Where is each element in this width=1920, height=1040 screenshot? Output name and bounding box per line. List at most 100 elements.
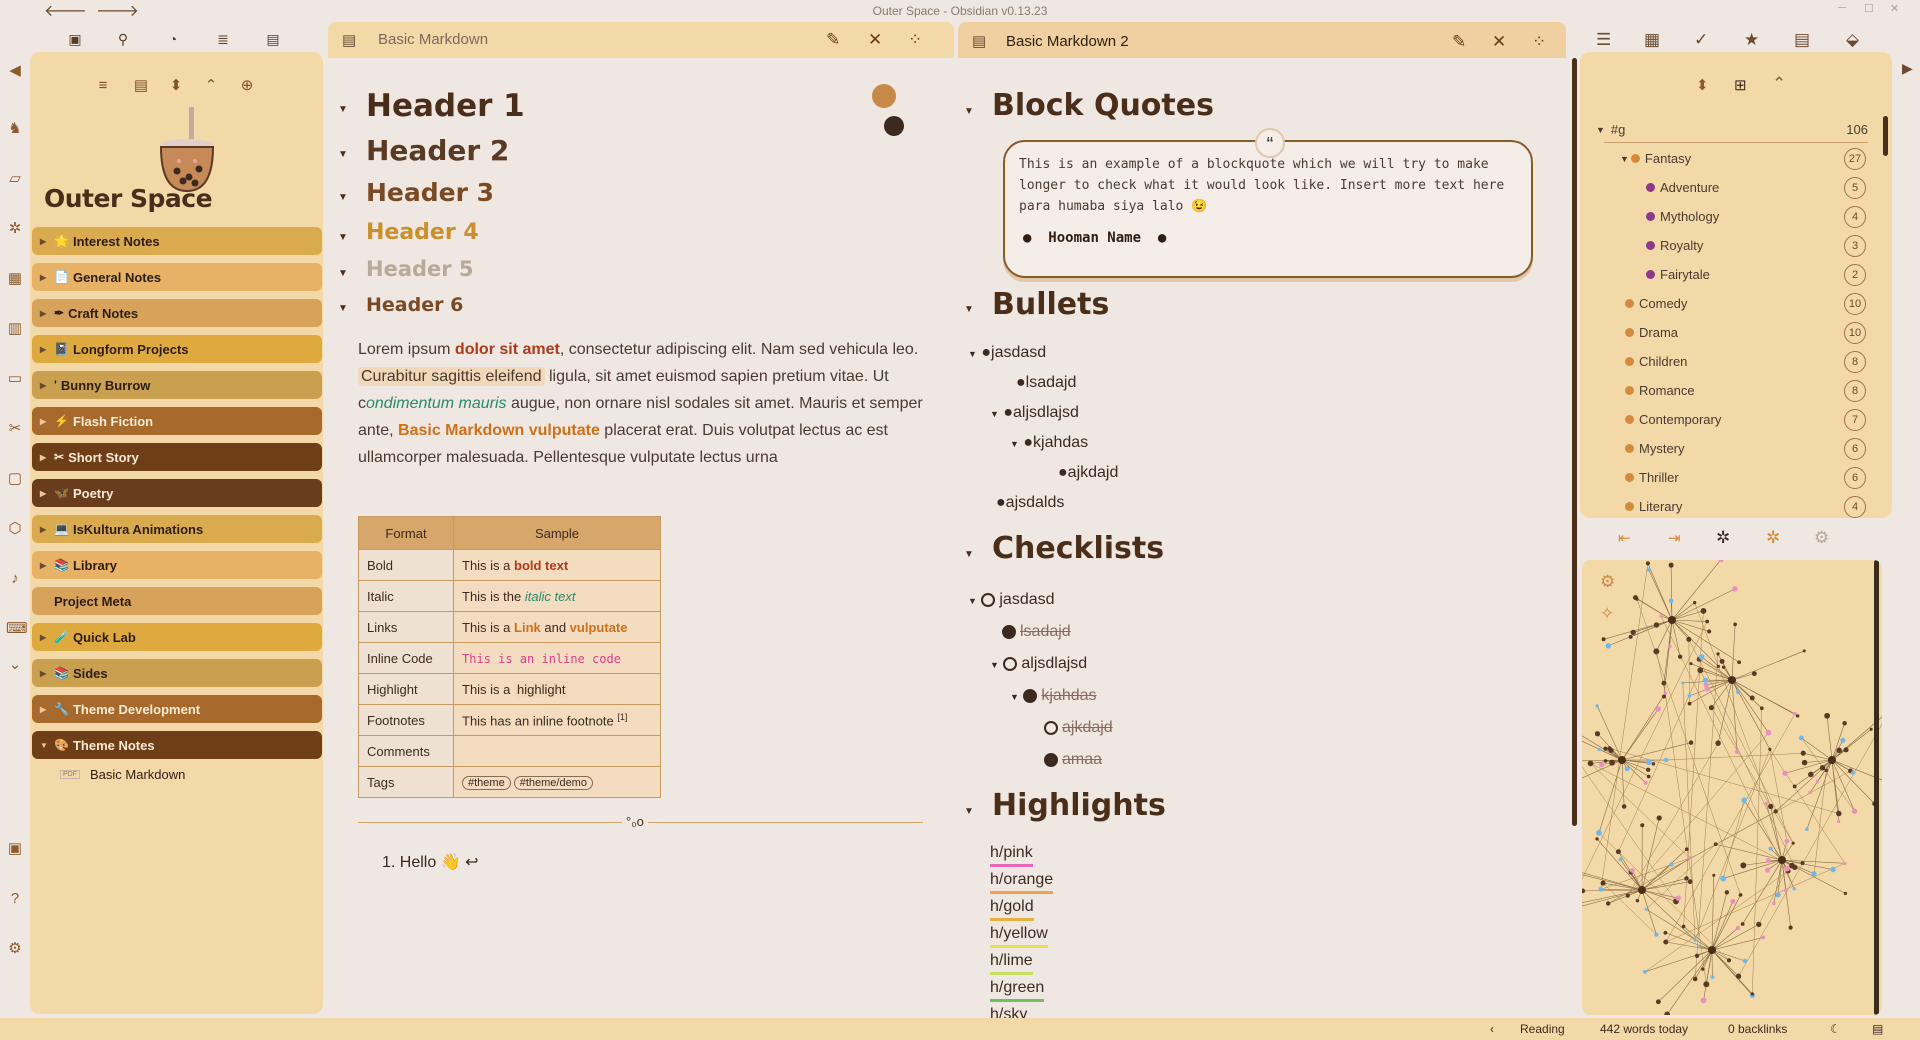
graph-node[interactable] [1689, 662, 1693, 666]
graph-node[interactable] [1802, 649, 1806, 653]
graph-node[interactable] [1782, 770, 1788, 776]
graph-node[interactable] [1663, 930, 1668, 935]
graph-node[interactable] [1621, 804, 1627, 809]
planner-icon[interactable]: ▤ [1794, 30, 1810, 50]
graph-node[interactable] [1765, 729, 1772, 736]
graph-node[interactable] [1703, 981, 1710, 988]
settings-icon[interactable]: ⚙ [6, 940, 24, 958]
folder-iskultura-animations[interactable]: ▶ 💻 IsKultura Animations [32, 515, 322, 543]
folder-sides[interactable]: ▶ 📚 Sides [32, 659, 322, 687]
fold-caret-icon[interactable]: ▼ [338, 268, 348, 279]
graph-node[interactable] [1587, 760, 1594, 767]
graph-node[interactable] [1625, 893, 1630, 898]
graph-node[interactable] [1716, 652, 1720, 656]
graph-node[interactable] [1694, 953, 1700, 958]
graph-node[interactable] [1661, 680, 1667, 686]
tag-item[interactable]: Mythology [1646, 209, 1719, 224]
graph-node[interactable] [1784, 865, 1791, 872]
graph-node[interactable] [1646, 774, 1651, 779]
checklist-item[interactable]: amaa [1044, 751, 1102, 769]
tag-item[interactable]: Drama [1625, 325, 1678, 340]
graph-node[interactable] [1582, 888, 1586, 894]
edit-icon[interactable]: ✎ [826, 30, 840, 50]
fold-caret-icon[interactable]: ▼ [964, 549, 974, 560]
graph-node[interactable] [1624, 766, 1630, 772]
graph-node[interactable] [1750, 992, 1754, 996]
graph-node[interactable] [1703, 682, 1709, 688]
graph-node[interactable] [1819, 765, 1826, 771]
graph-node[interactable] [1654, 932, 1659, 937]
chevron-down-icon[interactable]: ⌄ [6, 656, 24, 674]
folder-library[interactable]: ▶ 📚 Library [32, 551, 322, 579]
graph-node[interactable] [1713, 842, 1718, 847]
graph-node[interactable] [1721, 665, 1726, 669]
dancer-icon[interactable]: ♞ [6, 120, 24, 138]
star-icon[interactable]: ★ [1744, 30, 1759, 50]
checkbox[interactable] [1044, 721, 1058, 735]
graph-node[interactable] [1700, 607, 1707, 614]
recent-icon[interactable]: ◔ [164, 30, 182, 48]
collapse-all-icon[interactable]: ⌃ [201, 76, 221, 96]
graph-node[interactable] [1764, 801, 1768, 805]
graph-node[interactable] [1784, 838, 1790, 844]
fold-caret-icon[interactable]: ▼ [338, 232, 348, 243]
graph-node[interactable] [1773, 809, 1778, 814]
tag-item[interactable]: Contemporary [1625, 412, 1721, 427]
book-icon[interactable]: ▤ [264, 30, 282, 48]
tag-item[interactable]: Thriller [1625, 470, 1679, 485]
close-window-button[interactable]: ✕ [1890, 2, 1899, 15]
graph-node[interactable] [1741, 797, 1747, 803]
graph-node[interactable] [1720, 875, 1727, 882]
graph-node[interactable] [1836, 747, 1842, 754]
graph-node[interactable] [1664, 1011, 1671, 1015]
graph-node[interactable] [1635, 898, 1640, 903]
graph-node[interactable] [1609, 759, 1616, 766]
graph-node[interactable] [1843, 891, 1848, 896]
file-basic-markdown[interactable]: PDF Basic Markdown [60, 767, 185, 782]
graph-node[interactable] [1681, 681, 1685, 685]
archive-icon[interactable]: ▢ [6, 470, 24, 488]
tree-view-icon[interactable]: ⊞ [1734, 76, 1747, 94]
graph-node[interactable] [1653, 622, 1660, 628]
backlinks-count[interactable]: 0 backlinks [1728, 1022, 1787, 1036]
graph-node[interactable] [1768, 846, 1773, 851]
local-graph[interactable]: ⚙ ✧ [1582, 560, 1882, 1015]
chevron-left-icon[interactable]: ‹ [1490, 1022, 1494, 1036]
folder-general-notes[interactable]: ▶ 📄 General Notes [32, 263, 322, 291]
tag-item[interactable]: Comedy [1625, 296, 1687, 311]
graph-node[interactable] [1677, 654, 1683, 659]
graph-node[interactable] [1788, 925, 1793, 930]
graph-node[interactable] [1701, 967, 1705, 971]
graph-node[interactable] [1687, 694, 1692, 698]
graph-node[interactable] [1651, 762, 1656, 766]
graph-node[interactable] [1603, 746, 1608, 751]
graph-node[interactable] [1732, 586, 1738, 592]
tag-item[interactable]: Literary [1625, 499, 1682, 514]
canvas-icon[interactable]: ▱ [6, 170, 24, 188]
graph-node[interactable] [1765, 858, 1771, 863]
folder-short-story[interactable]: ▶ ✂ Short Story [32, 443, 322, 471]
graph-node[interactable] [1808, 790, 1812, 795]
graph-node[interactable] [1618, 857, 1623, 862]
graph-node[interactable] [1640, 823, 1645, 828]
checklist-item[interactable]: lsadajd [1002, 623, 1071, 641]
graph-node[interactable] [1646, 759, 1652, 766]
fold-caret-icon[interactable]: ▼ [338, 303, 348, 314]
local-graph-icon[interactable]: ✲ [1716, 528, 1730, 548]
graph-node[interactable] [1772, 901, 1776, 906]
graph-node[interactable] [1726, 958, 1732, 963]
check-icon[interactable]: ✓ [1694, 30, 1708, 50]
graph-node[interactable] [1730, 898, 1736, 904]
folder-longform-projects[interactable]: ▶ 📓 Longform Projects [32, 335, 322, 363]
graph-node[interactable] [1740, 862, 1747, 869]
graph-node[interactable] [1751, 671, 1757, 677]
sort-icon[interactable]: ⬍ [1696, 76, 1709, 94]
graph-node[interactable] [1836, 810, 1842, 817]
folder-craft-notes[interactable]: ▶ ✒ Craft Notes [32, 299, 322, 327]
microphone-icon[interactable]: ♪ [6, 570, 24, 588]
graph-node[interactable] [1811, 871, 1817, 877]
checkbox-checked[interactable] [1023, 689, 1038, 703]
magic-wand-icon[interactable]: ✧ [1600, 604, 1614, 624]
tag-item[interactable]: Royalty [1646, 238, 1703, 253]
checkbox-checked[interactable] [1044, 753, 1058, 767]
